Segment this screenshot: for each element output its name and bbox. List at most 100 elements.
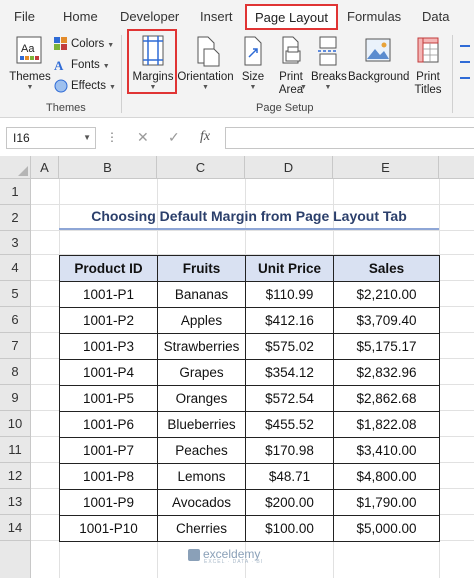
breaks-icon: [318, 36, 338, 66]
cell-product-id[interactable]: 1001-P3: [59, 333, 158, 360]
column-header-next[interactable]: [439, 156, 474, 179]
cell-fruit[interactable]: Lemons: [157, 463, 246, 490]
size-button[interactable]: Size ▼: [238, 35, 268, 92]
print-titles-button[interactable]: Print Titles: [411, 35, 445, 97]
cell-sales[interactable]: $1,822.08: [333, 411, 440, 438]
cell-fruit[interactable]: Grapes: [157, 359, 246, 386]
cell-product-id[interactable]: 1001-P8: [59, 463, 158, 490]
cell-sales[interactable]: $1,790.00: [333, 489, 440, 516]
tab-insert[interactable]: Insert: [200, 9, 233, 24]
row-header[interactable]: 7: [0, 333, 31, 359]
cell-sales[interactable]: $2,862.68: [333, 385, 440, 412]
row-header[interactable]: 10: [0, 411, 31, 437]
row-header[interactable]: 4: [0, 255, 31, 281]
cell-sales[interactable]: $3,410.00: [333, 437, 440, 464]
cell-sales[interactable]: $5,000.00: [333, 515, 440, 542]
background-button[interactable]: Background: [348, 35, 409, 84]
header-fruits[interactable]: Fruits: [157, 255, 246, 282]
cancel-icon[interactable]: ✕: [137, 129, 149, 146]
row-header[interactable]: 12: [0, 463, 31, 489]
cell-unit-price[interactable]: $100.00: [245, 515, 334, 542]
tab-developer[interactable]: Developer: [120, 9, 179, 24]
row-header[interactable]: 5: [0, 281, 31, 307]
column-header-e[interactable]: E: [333, 156, 439, 179]
cell-product-id[interactable]: 1001-P10: [59, 515, 158, 542]
row-header[interactable]: 1: [0, 179, 31, 205]
row-header[interactable]: 8: [0, 359, 31, 385]
row-header[interactable]: 14: [0, 515, 31, 541]
select-all-corner[interactable]: [0, 156, 31, 179]
tab-formulas[interactable]: Formulas: [347, 9, 401, 24]
cell-unit-price[interactable]: $200.00: [245, 489, 334, 516]
row-header[interactable]: 3: [0, 231, 31, 255]
cell-unit-price[interactable]: $48.71: [245, 463, 334, 490]
column-header-a[interactable]: A: [31, 156, 59, 179]
cell-fruit[interactable]: Peaches: [157, 437, 246, 464]
cell-fruit[interactable]: Oranges: [157, 385, 246, 412]
chevron-down-icon: ▼: [83, 133, 91, 142]
cell-sales[interactable]: $2,210.00: [333, 281, 440, 308]
tab-file[interactable]: File: [14, 9, 35, 24]
cell-fruit[interactable]: Avocados: [157, 489, 246, 516]
enter-check-icon[interactable]: ✓: [168, 129, 180, 146]
cell-fruit[interactable]: Strawberries: [157, 333, 246, 360]
colors-button[interactable]: Colors ▼: [54, 34, 114, 54]
tab-home[interactable]: Home: [63, 9, 98, 24]
insert-function-icon[interactable]: fx: [200, 129, 210, 145]
themes-icon: Aa: [16, 36, 42, 64]
row-header[interactable]: 6: [0, 307, 31, 333]
cell-product-id[interactable]: 1001-P6: [59, 411, 158, 438]
cell-sales[interactable]: $5,175.17: [333, 333, 440, 360]
row-header[interactable]: 2: [0, 205, 31, 231]
svg-text:A: A: [54, 58, 64, 72]
effects-label: Effects: [71, 80, 106, 92]
more-icon[interactable]: ⋮: [106, 130, 118, 144]
cell-product-id[interactable]: 1001-P7: [59, 437, 158, 464]
row-header[interactable]: 9: [0, 385, 31, 411]
row-header[interactable]: 13: [0, 489, 31, 515]
formula-input[interactable]: [225, 127, 474, 149]
column-header-d[interactable]: D: [245, 156, 333, 179]
cell-unit-price[interactable]: $412.16: [245, 307, 334, 334]
cell-unit-price[interactable]: $455.52: [245, 411, 334, 438]
orientation-button[interactable]: Orientation ▼: [177, 35, 234, 92]
fonts-icon: A: [54, 58, 64, 73]
cell-sales[interactable]: $4,800.00: [333, 463, 440, 490]
name-box[interactable]: I16 ▼: [6, 127, 96, 149]
breaks-button[interactable]: Breaks ▼: [311, 35, 347, 92]
column-header-b[interactable]: B: [59, 156, 157, 179]
column-header-c[interactable]: C: [157, 156, 245, 179]
table-row: 1001-P10 Cherries $100.00 $5,000.00: [59, 515, 440, 542]
cell-unit-price[interactable]: $110.99: [245, 281, 334, 308]
cell-unit-price[interactable]: $170.98: [245, 437, 334, 464]
effects-icon: [54, 79, 68, 93]
cell-fruit[interactable]: Blueberries: [157, 411, 246, 438]
colors-icon: [54, 36, 67, 50]
cell-product-id[interactable]: 1001-P5: [59, 385, 158, 412]
cell-sales[interactable]: $3,709.40: [333, 307, 440, 334]
cell-unit-price[interactable]: $354.12: [245, 359, 334, 386]
header-unit-price[interactable]: Unit Price: [245, 255, 334, 282]
cell-unit-price[interactable]: $572.54: [245, 385, 334, 412]
row-header[interactable]: 11: [0, 437, 31, 463]
cell-product-id[interactable]: 1001-P4: [59, 359, 158, 386]
sheet-title[interactable]: Choosing Default Margin from Page Layout…: [59, 205, 439, 229]
cell-product-id[interactable]: 1001-P2: [59, 307, 158, 334]
effects-button[interactable]: Effects ▼: [54, 76, 116, 96]
cell-fruit[interactable]: Bananas: [157, 281, 246, 308]
cell-product-id[interactable]: 1001-P1: [59, 281, 158, 308]
themes-group-label: Themes: [46, 102, 86, 114]
tab-data[interactable]: Data: [422, 9, 449, 24]
themes-button[interactable]: Aa Themes ▼: [8, 35, 52, 92]
cell-fruit[interactable]: Apples: [157, 307, 246, 334]
scale-to-fit-group-partial[interactable]: [460, 41, 470, 101]
cell-fruit[interactable]: Cherries: [157, 515, 246, 542]
header-product-id[interactable]: Product ID: [59, 255, 158, 282]
cell-product-id[interactable]: 1001-P9: [59, 489, 158, 516]
ribbon-tab-bar: File Home Developer Insert Page Layout F…: [0, 0, 474, 31]
cell-sales[interactable]: $2,832.96: [333, 359, 440, 386]
header-sales[interactable]: Sales: [333, 255, 440, 282]
fonts-button[interactable]: A Fonts ▼: [54, 55, 110, 75]
tab-page-layout[interactable]: Page Layout: [245, 4, 339, 30]
cell-unit-price[interactable]: $575.02: [245, 333, 334, 360]
